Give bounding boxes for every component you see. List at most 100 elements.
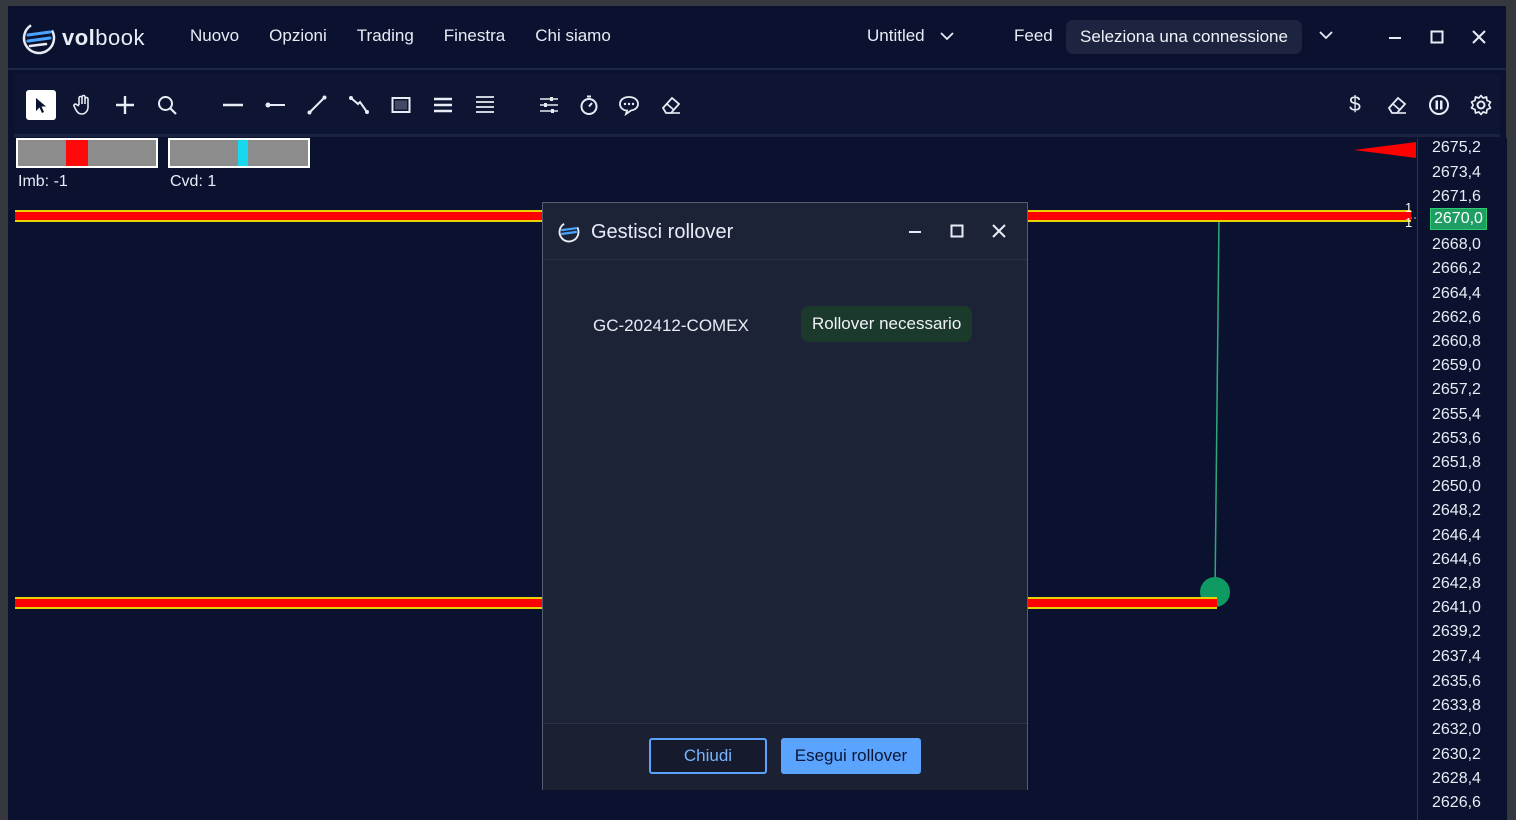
order-qty-top: 1 <box>1405 200 1413 215</box>
account-tool[interactable]: $ <box>1340 90 1370 120</box>
close-icon <box>1472 30 1486 44</box>
volbook-logo-icon <box>22 21 56 55</box>
indicator-settings-tool[interactable] <box>534 90 564 120</box>
status-badge: Rollover necessario <box>801 306 973 342</box>
dialog-title: Gestisci rollover <box>591 221 734 243</box>
path-tool[interactable] <box>344 90 374 120</box>
maximize-icon <box>950 224 964 238</box>
connection-select[interactable]: Seleziona una connessione <box>1066 20 1302 54</box>
menu-item-finestra[interactable]: Finestra <box>444 26 505 46</box>
price-tick: 2632,0 <box>1432 721 1481 738</box>
trend-line-icon <box>307 95 327 115</box>
clear-drawings-tool[interactable] <box>1382 90 1412 120</box>
contract-symbol: GC-202412-COMEX <box>593 316 749 335</box>
cvd-label: Cvd: 1 <box>170 173 217 190</box>
price-tick: 2626,6 <box>1432 794 1481 811</box>
fib-levels-icon <box>476 96 494 113</box>
price-tick: 2657,2 <box>1432 381 1481 398</box>
menu-item-chi-siamo[interactable]: Chi siamo <box>535 26 611 46</box>
price-tick: 2641,0 <box>1432 599 1481 616</box>
ray-tool[interactable] <box>260 90 290 120</box>
chevron-down-icon <box>940 32 954 41</box>
settings-sliders-icon <box>540 97 558 113</box>
app-name: volbook <box>62 25 146 50</box>
ray-icon <box>265 102 285 108</box>
dialog-footer: Chiudi Esegui rollover <box>543 723 1027 790</box>
price-axis[interactable]: 2675,2 2673,4 2671,6 2670,0 2668,0 2666,… <box>1417 138 1507 820</box>
price-tick: 2639,2 <box>1432 623 1481 640</box>
price-tick: 2666,2 <box>1432 260 1481 277</box>
levels-tool[interactable] <box>428 90 458 120</box>
price-tick: 2653,6 <box>1432 430 1481 447</box>
minimize-icon <box>1389 37 1401 39</box>
price-tick: 2655,4 <box>1432 406 1481 423</box>
level-line-lower-left[interactable] <box>15 597 543 609</box>
maximize-button[interactable] <box>1424 24 1450 50</box>
execute-rollover-button[interactable]: Esegui rollover <box>781 738 921 774</box>
pause-tool[interactable] <box>1424 90 1454 120</box>
eraser-icon <box>1387 96 1407 114</box>
workspace-selector[interactable]: Untitled <box>867 26 955 46</box>
price-tick: 2671,6 <box>1432 188 1481 205</box>
price-tick: 2673,4 <box>1432 164 1481 181</box>
volbook-logo-icon <box>558 221 580 243</box>
price-tick: 2630,2 <box>1432 746 1481 763</box>
cvd-meter <box>168 138 310 168</box>
crosshair-tool[interactable] <box>110 90 140 120</box>
price-tick: 2644,6 <box>1432 551 1481 568</box>
rollover-dialog: Gestisci rollover GC-202412-COMEX Rollov… <box>542 202 1028 790</box>
timer-tool[interactable] <box>574 90 604 120</box>
level-line-upper-right[interactable] <box>1027 210 1411 222</box>
hand-tool[interactable] <box>68 90 98 120</box>
comment-tool[interactable] <box>614 90 644 120</box>
zoom-tool[interactable] <box>152 90 182 120</box>
menu-item-nuovo[interactable]: Nuovo <box>190 26 239 46</box>
price-tick: 2668,0 <box>1432 236 1481 253</box>
price-tick: 2646,4 <box>1432 527 1481 544</box>
trend-line-tool[interactable] <box>302 90 332 120</box>
level-line-lower-right[interactable] <box>1027 597 1217 609</box>
imbalance-meter <box>16 138 158 168</box>
rectangle-icon <box>391 97 411 113</box>
chevron-down-icon[interactable] <box>1318 30 1334 40</box>
fib-levels-tool[interactable] <box>470 90 500 120</box>
rectangle-tool[interactable] <box>386 90 416 120</box>
horizontal-line-tool[interactable] <box>218 90 248 120</box>
price-tick: 2650,0 <box>1432 478 1481 495</box>
maximize-icon <box>1430 30 1444 44</box>
price-tick: 2660,8 <box>1432 333 1481 350</box>
connection-value: Seleziona una connessione <box>1080 27 1288 46</box>
eraser-icon <box>661 96 681 114</box>
price-tick: 2648,2 <box>1432 502 1481 519</box>
levels-icon <box>434 97 452 113</box>
price-tick: 2662,6 <box>1432 309 1481 326</box>
pause-icon <box>1429 95 1449 115</box>
price-tick: 2642,8 <box>1432 575 1481 592</box>
level-line-upper-left[interactable] <box>15 210 543 222</box>
dollar-icon: $ <box>1349 93 1361 116</box>
close-dialog-label: Chiudi <box>683 746 733 765</box>
close-dialog-button[interactable]: Chiudi <box>649 738 767 774</box>
current-price-tag: 2670,0 <box>1430 208 1487 230</box>
menu-item-trading[interactable]: Trading <box>357 26 414 46</box>
price-tick: 2664,4 <box>1432 285 1481 302</box>
dialog-maximize-button[interactable] <box>945 219 969 243</box>
eraser-tool[interactable] <box>656 90 686 120</box>
price-tick: 2635,6 <box>1432 673 1481 690</box>
settings-tool[interactable] <box>1466 90 1496 120</box>
horizontal-line-icon <box>223 103 243 107</box>
close-button[interactable] <box>1466 24 1492 50</box>
main-menu: Nuovo Opzioni Trading Finestra Chi siamo <box>190 26 641 46</box>
dialog-close-button[interactable] <box>987 219 1011 243</box>
dialog-header: Gestisci rollover <box>543 203 1027 260</box>
minimize-button[interactable] <box>1382 24 1408 50</box>
workspace-name: Untitled <box>867 26 925 45</box>
app-logo: volbook <box>20 20 145 56</box>
drawing-toolbar: $ <box>14 74 1500 137</box>
pointer-tool[interactable] <box>26 90 56 120</box>
zoom-icon <box>158 96 177 115</box>
menu-item-opzioni[interactable]: Opzioni <box>269 26 327 46</box>
dialog-minimize-button[interactable] <box>903 219 927 243</box>
comment-icon <box>619 96 639 116</box>
cvd-meter-fill <box>238 140 248 166</box>
